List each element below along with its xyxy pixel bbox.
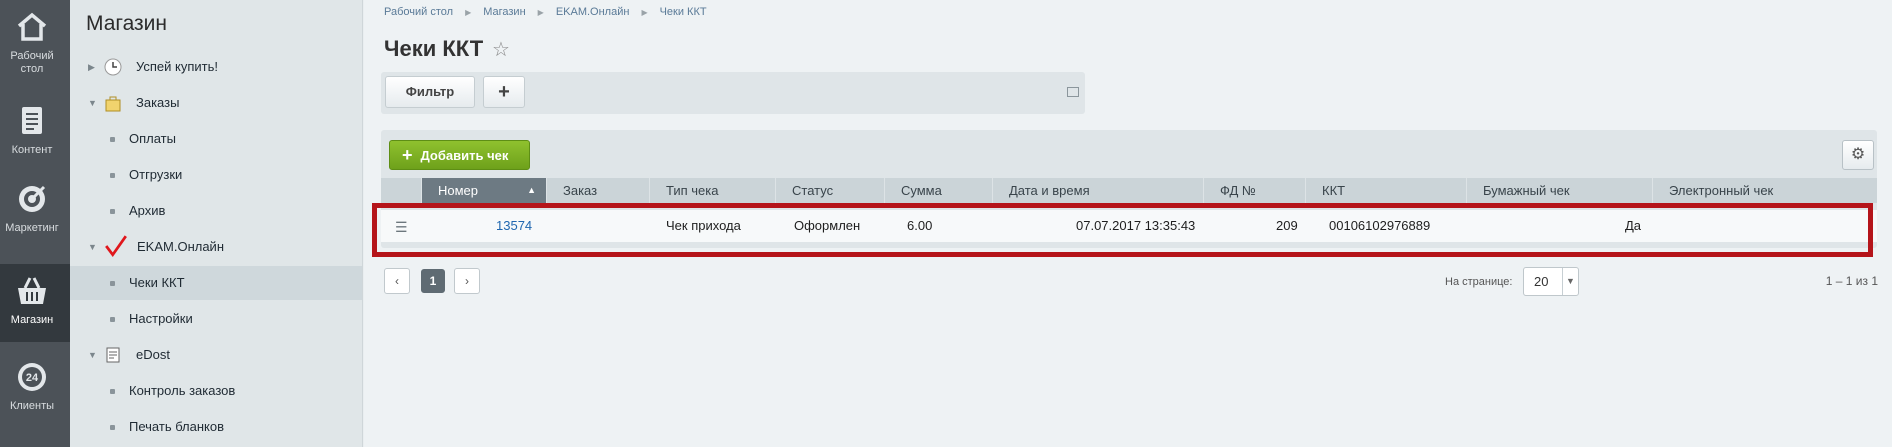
menu-item-orders[interactable]: ▼ Заказы <box>70 86 362 120</box>
bullet-icon <box>110 209 115 214</box>
breadcrumb-link[interactable]: Чеки ККТ <box>660 6 707 18</box>
section-menu: Магазин ▶ Успей купить! ▼ Заказы Оплаты … <box>70 0 363 447</box>
menu-item-settings[interactable]: Настройки <box>70 302 362 336</box>
collapse-arrow-icon[interactable]: ▼ <box>88 86 97 120</box>
rail-item-content[interactable]: Контент <box>0 94 64 172</box>
bullet-icon <box>110 137 115 142</box>
menu-item-label: Отгрузки <box>129 167 183 182</box>
breadcrumb-link[interactable]: Рабочий стол <box>384 6 453 18</box>
document-icon <box>22 107 42 134</box>
basket-icon <box>18 277 46 304</box>
rail-label: Клиенты <box>9 400 55 412</box>
add-filter-button[interactable]: + <box>483 76 525 108</box>
bullet-icon <box>110 317 115 322</box>
gear-icon[interactable]: ⚙ <box>1842 140 1874 170</box>
menu-item-archive[interactable]: Архив <box>70 194 362 228</box>
menu-item-label: Настройки <box>129 311 193 326</box>
menu-item-label: Архив <box>129 203 166 218</box>
add-receipt-label: Добавить чек <box>420 148 509 163</box>
menu-item-edost[interactable]: ▼ eDost <box>70 338 362 372</box>
menu-item-label: Оплаты <box>129 131 176 146</box>
menu-item-hurry-buy[interactable]: ▶ Успей купить! <box>70 50 362 84</box>
menu-item-label: EKAM.Онлайн <box>137 239 225 254</box>
highlight-frame <box>372 203 1873 257</box>
add-receipt-button[interactable]: + Добавить чек <box>389 140 530 170</box>
column-header-number[interactable]: Номер ▲ <box>422 178 547 203</box>
column-header-status[interactable]: Статус <box>776 178 885 203</box>
menu-item-shipments[interactable]: Отгрузки <box>70 158 362 192</box>
sort-up-icon: ▲ <box>527 185 536 195</box>
breadcrumb: Рабочий стол ▶ Магазин ▶ EKAM.Онлайн ▶ Чеки КК… <box>384 6 707 18</box>
rail-item-shop[interactable]: Магазин <box>0 264 70 342</box>
per-page-value: 20 <box>1534 274 1549 289</box>
menu-item-label: Успей купить! <box>136 59 219 74</box>
menu-title: Магазин <box>86 12 168 35</box>
rail-label: Маркетинг <box>5 222 59 234</box>
chevron-down-icon: ▼ <box>1562 268 1578 295</box>
menu-item-label: Чеки ККТ <box>129 275 185 290</box>
edost-icon <box>106 347 120 363</box>
per-page-label: На странице: <box>1445 276 1513 288</box>
checkmark-icon <box>105 235 127 258</box>
bullet-icon <box>110 389 115 394</box>
collapse-arrow-icon[interactable]: ▼ <box>88 230 97 264</box>
bag-icon <box>105 96 121 112</box>
total-count: 1 – 1 из 1 <box>1825 274 1878 288</box>
star-icon[interactable]: ☆ <box>492 37 510 62</box>
column-header-sum[interactable]: Сумма <box>885 178 993 203</box>
menu-item-print-forms[interactable]: Печать бланков <box>70 410 362 444</box>
column-header-kkt[interactable]: ККТ <box>1306 178 1467 203</box>
menu-item-ekam[interactable]: ▼ EKAM.Онлайн <box>70 230 362 264</box>
clock-icon <box>104 58 122 76</box>
home-icon <box>17 12 47 41</box>
filter-button[interactable]: Фильтр <box>385 76 475 108</box>
menu-item-label: Заказы <box>136 95 180 110</box>
breadcrumb-link[interactable]: EKAM.Онлайн <box>556 6 630 18</box>
next-page-button[interactable]: › <box>454 268 480 294</box>
column-header-datetime[interactable]: Дата и время <box>993 178 1204 203</box>
page-title: Чеки ККТ <box>384 36 484 61</box>
collapse-arrow-icon[interactable]: ▼ <box>88 338 97 372</box>
breadcrumb-link[interactable]: Магазин <box>483 6 525 18</box>
rail-label: Магазин <box>10 314 54 326</box>
rail-item-clients[interactable]: 24 Клиенты <box>0 350 64 428</box>
clients-24-icon: 24 <box>18 363 46 391</box>
rail-item-desktop[interactable]: Рабочий стол <box>0 0 64 78</box>
column-header-order[interactable]: Заказ <box>547 178 650 203</box>
menu-item-label: eDost <box>136 347 170 362</box>
menu-item-order-control[interactable]: Контроль заказов <box>70 374 362 408</box>
current-page[interactable]: 1 <box>421 269 445 293</box>
column-header-actions <box>381 178 422 203</box>
menu-item-label: Печать бланков <box>129 419 225 434</box>
rail-label: Рабочий <box>10 50 54 62</box>
expand-arrow-icon[interactable]: ▶ <box>88 50 95 84</box>
rail-label: стол <box>20 63 44 75</box>
column-header-electronic[interactable]: Электронный чек <box>1653 178 1877 203</box>
rail-label: Контент <box>11 144 53 156</box>
prev-page-button[interactable]: ‹ <box>384 268 410 294</box>
menu-item-payments[interactable]: Оплаты <box>70 122 362 156</box>
column-header-fd[interactable]: ФД № <box>1204 178 1306 203</box>
bullet-icon <box>110 425 115 430</box>
column-header-paper[interactable]: Бумажный чек <box>1467 178 1653 203</box>
bullet-icon <box>110 173 115 178</box>
column-header-type[interactable]: Тип чека <box>650 178 776 203</box>
target-icon <box>19 185 46 212</box>
rail-item-marketing[interactable]: Маркетинг <box>0 172 64 250</box>
collapse-icon[interactable] <box>1067 87 1079 97</box>
filter-bar: Фильтр + <box>381 72 1085 114</box>
plus-icon: + <box>402 145 413 165</box>
per-page-select[interactable]: 20 ▼ <box>1523 267 1579 296</box>
menu-item-kkt-receipts[interactable]: Чеки ККТ <box>70 266 362 300</box>
left-nav-rail: Рабочий стол Контент Маркетинг Магазин 2… <box>0 0 70 447</box>
column-header-label: Номер <box>438 183 479 198</box>
bullet-icon <box>110 281 115 286</box>
table-header: Номер ▲ Заказ Тип чека Статус Сумма Дата … <box>381 178 1877 203</box>
menu-item-label: Контроль заказов <box>129 383 236 398</box>
svg-text:24: 24 <box>26 372 39 384</box>
